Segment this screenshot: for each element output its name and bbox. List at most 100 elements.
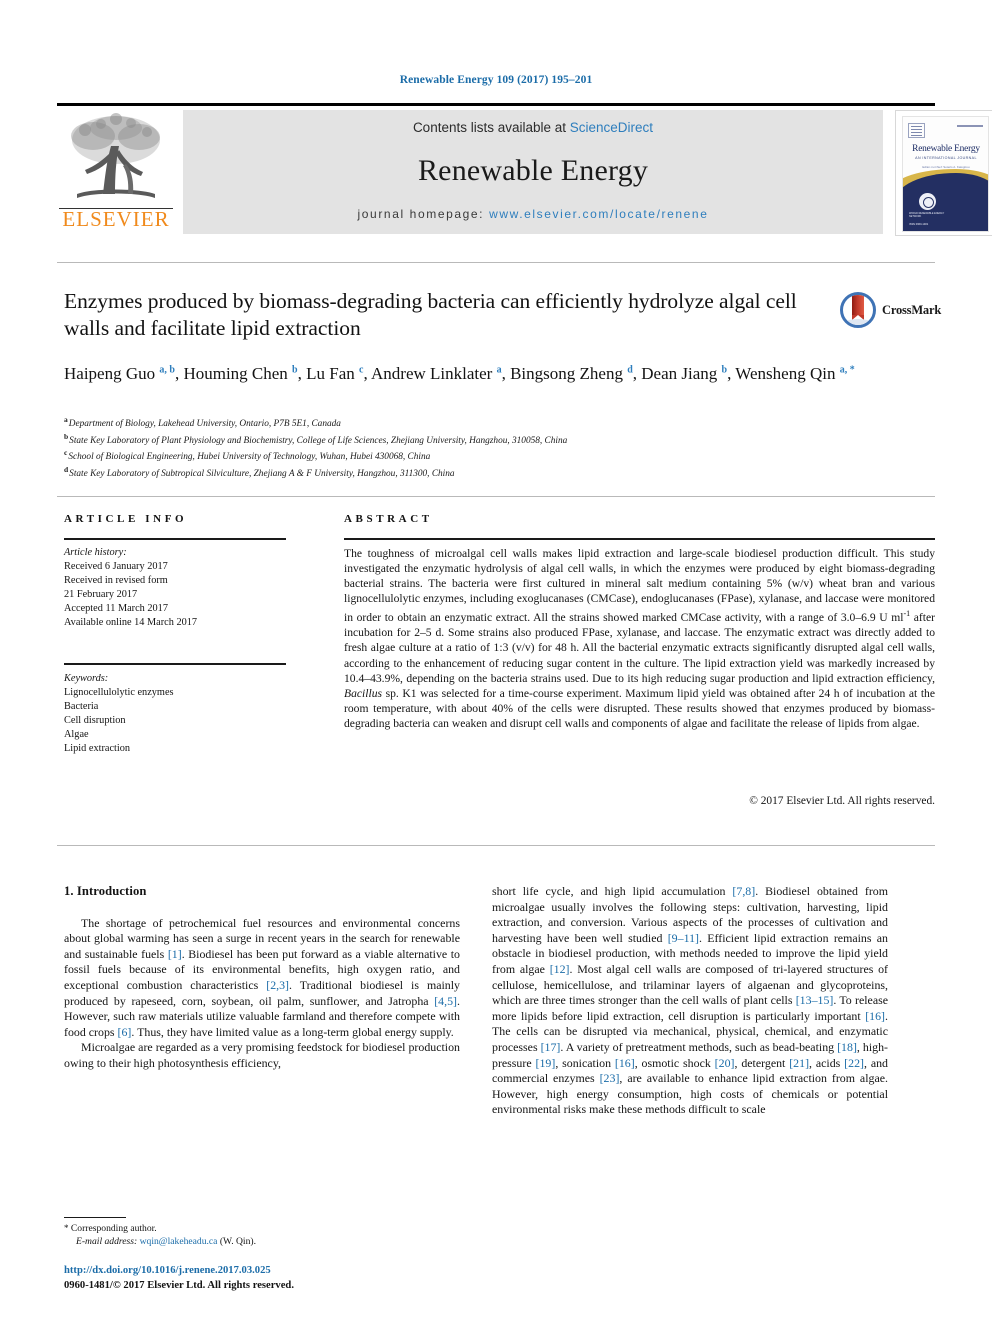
history-item: Received 6 January 2017	[64, 561, 168, 572]
journal-masthead: ELSEVIER Contents lists available at Sci…	[57, 106, 992, 236]
paragraph-text: , acids	[809, 1055, 845, 1070]
author-name: Andrew Linklater	[371, 363, 493, 383]
author-affil-marker: a, b	[159, 364, 175, 375]
crossmark-icon	[840, 292, 876, 328]
abstract-bottom-rule	[57, 845, 935, 846]
citation-link[interactable]: [22]	[844, 1056, 864, 1070]
citation-link[interactable]: [16]	[865, 1009, 885, 1023]
citation-link[interactable]: [18]	[837, 1040, 857, 1054]
paragraph: short life cycle, and high lipid accumul…	[492, 884, 888, 1118]
journal-homepage-link[interactable]: www.elsevier.com/locate/renene	[489, 207, 708, 221]
doi-link[interactable]: http://dx.doi.org/10.1016/j.renene.2017.…	[64, 1264, 484, 1279]
info-top-rule	[57, 496, 935, 497]
author-entry: Bingsong Zheng d,	[510, 363, 642, 383]
author-entry: Houming Chen b,	[183, 363, 307, 383]
citation-link[interactable]: [19]	[536, 1056, 556, 1070]
author-entry: Dean Jiang b,	[641, 363, 736, 383]
elsevier-logo: ELSEVIER	[57, 110, 175, 234]
keyword-item: Bacteria	[64, 701, 99, 712]
article-info-heading: ARTICLE INFO	[64, 513, 188, 525]
paragraph-text: , osmotic shock	[634, 1055, 715, 1070]
citation-link[interactable]: [17]	[541, 1040, 561, 1054]
citation-link[interactable]: [6]	[118, 1025, 132, 1039]
corresponding-author-note: * Corresponding author. E-mail address: …	[64, 1222, 464, 1248]
author-entry: Haipeng Guo a, b,	[64, 363, 184, 383]
cover-bottom-text: ISSN 0960-1481	[909, 223, 929, 226]
sciencedirect-link[interactable]: ScienceDirect	[570, 120, 653, 135]
affiliation-text: School of Biological Engineering, Hubei …	[68, 452, 431, 463]
abstract-text: The toughness of microalgal cell walls m…	[344, 546, 935, 731]
cover-tagline: Editor-in-Chief: Soteris A. Kalogirou	[922, 165, 970, 169]
article-info-rule	[64, 538, 286, 540]
citation-link[interactable]: [2,3]	[266, 978, 289, 992]
keyword-item: Lignocellulolytic enzymes	[64, 687, 174, 698]
author-name: Houming Chen	[183, 363, 288, 383]
citation-link[interactable]: [20]	[715, 1056, 735, 1070]
affiliation-text: State Key Laboratory of Subtropical Silv…	[69, 469, 455, 480]
citation-link[interactable]: [7,8]	[732, 884, 755, 898]
affiliation-text: Department of Biology, Lakehead Universi…	[68, 419, 341, 430]
paper-page: Renewable Energy 109 (2017) 195–201 ELSE…	[0, 0, 992, 1323]
affiliation-item: aDepartment of Biology, Lakehead Univers…	[64, 414, 904, 431]
contents-list-line: Contents lists available at ScienceDirec…	[183, 120, 883, 135]
citation-link[interactable]: [16]	[615, 1056, 635, 1070]
journal-homepage-line: journal homepage: www.elsevier.com/locat…	[183, 207, 883, 221]
running-head: Renewable Energy 109 (2017) 195–201	[399, 74, 593, 86]
cover-elsevier-mark-icon	[908, 123, 925, 138]
title-separator-rule	[57, 262, 935, 263]
citation-link[interactable]: [12]	[550, 962, 570, 976]
keyword-item: Cell disruption	[64, 715, 126, 726]
abstract-rule	[344, 538, 935, 540]
author-name: Haipeng Guo	[64, 363, 156, 383]
journal-cover-art: Renewable Energy AN INTERNATIONAL JOURNA…	[902, 116, 989, 232]
section-heading-introduction: 1. Introduction	[64, 884, 147, 898]
cover-title: Renewable Energy	[912, 144, 980, 154]
paragraph-text: , sonication	[555, 1055, 615, 1070]
author-name: Dean Jiang	[641, 363, 718, 383]
history-item: Available online 14 March 2017	[64, 617, 198, 628]
journal-cover-thumbnail[interactable]: Renewable Energy AN INTERNATIONAL JOURNA…	[895, 110, 992, 236]
email-link[interactable]: wqin@lakeheadu.ca	[140, 1236, 218, 1247]
masthead-panel: Contents lists available at ScienceDirec…	[183, 110, 883, 234]
cover-barcode-icon	[957, 125, 983, 127]
crossmark-bookmark-icon	[852, 295, 864, 320]
affiliation-item: cSchool of Biological Engineering, Hubei…	[64, 447, 904, 464]
paragraph-text: . Thus, they have limited value as a lon…	[131, 1024, 454, 1039]
article-history-label: Article history:	[64, 547, 127, 558]
citation-link[interactable]: [1]	[168, 947, 182, 961]
keyword-item: Algae	[64, 729, 89, 740]
corresponding-author-label: Corresponding author.	[68, 1223, 157, 1234]
citation-link[interactable]: [4,5]	[434, 994, 457, 1008]
crossmark-label: CrossMark	[882, 303, 942, 317]
keywords-label: Keywords:	[64, 673, 109, 684]
corresponding-author-line: * Corresponding author.	[64, 1222, 464, 1235]
elsevier-tree-icon	[63, 110, 169, 206]
affiliation-item: dState Key Laboratory of Subtropical Sil…	[64, 464, 904, 481]
cover-subtitle: AN INTERNATIONAL JOURNAL	[915, 156, 977, 160]
abstract-part-3: sp. K1 was selected for a time-course ex…	[344, 686, 935, 730]
keywords-rule	[64, 663, 286, 665]
keyword-item: Lipid extraction	[64, 743, 131, 754]
cover-seal-text: WORLD RENEWABLE ENERGY NETWORK	[909, 212, 945, 218]
author-name: Bingsong Zheng	[510, 363, 623, 383]
page-title: Enzymes produced by biomass-degrading ba…	[64, 289, 797, 340]
citation-link[interactable]: [9–11]	[668, 931, 699, 945]
history-item: Received in revised form	[64, 575, 168, 586]
author-affil-marker: a, *	[839, 364, 855, 375]
author-entry: Lu Fan c,	[306, 363, 372, 383]
paragraph-text: . A variety of pretreatment methods, suc…	[560, 1039, 838, 1054]
author-name: Lu Fan	[306, 363, 355, 383]
citation-link[interactable]: [23]	[600, 1071, 620, 1085]
paragraph: The shortage of petrochemical fuel resou…	[64, 916, 460, 1041]
citation-link[interactable]: [21]	[789, 1056, 809, 1070]
history-item: Accepted 11 March 2017	[64, 603, 168, 614]
contents-prefix: Contents lists available at	[412, 120, 570, 135]
abstract-part-1: The toughness of microalgal cell walls m…	[344, 547, 935, 625]
footnote-rule	[64, 1217, 126, 1218]
abstract-genus-name: Bacillus	[344, 686, 382, 700]
keywords-block: Keywords: Lignocellulolytic enzymes Bact…	[64, 672, 294, 756]
copyright-line: © 2017 Elsevier Ltd. All rights reserved…	[749, 795, 935, 807]
homepage-prefix: journal homepage:	[357, 207, 490, 221]
crossmark-badge[interactable]: CrossMark	[840, 290, 941, 330]
citation-link[interactable]: [13–15]	[796, 993, 834, 1007]
